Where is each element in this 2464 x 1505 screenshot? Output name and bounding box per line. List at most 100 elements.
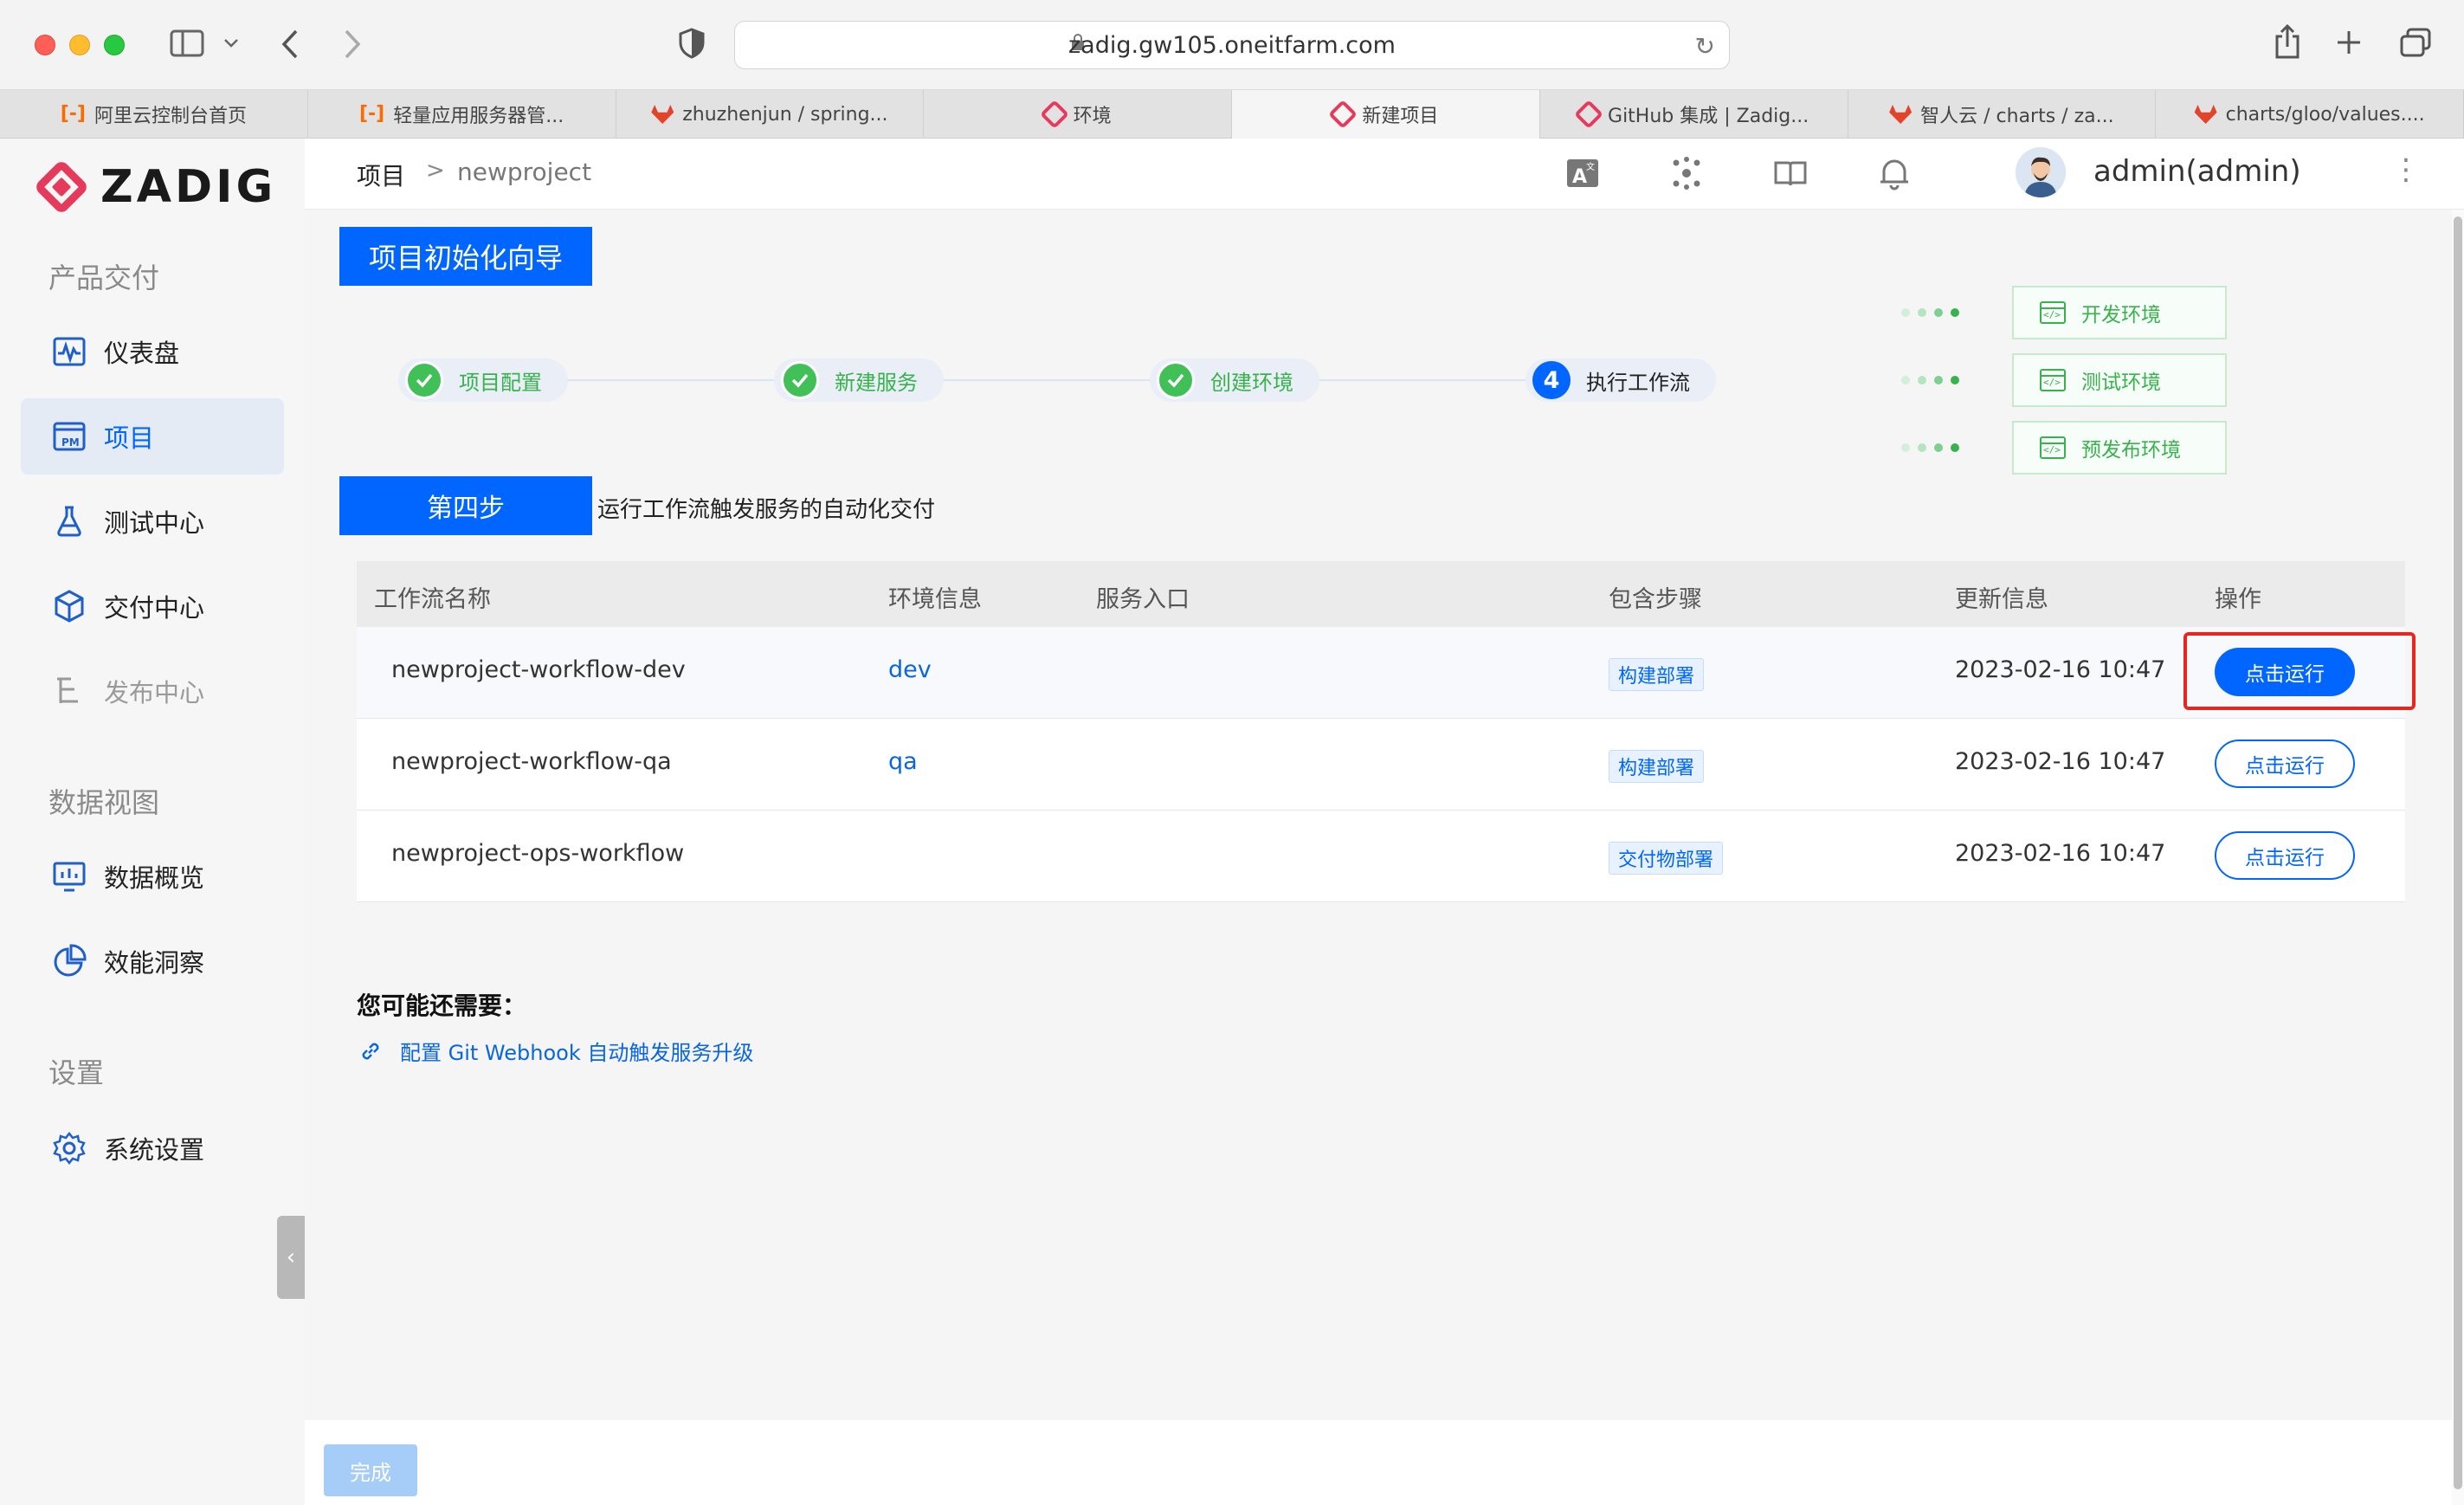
webhook-config-link[interactable]: 配置 Git Webhook 自动触发服务升级 <box>358 1036 753 1066</box>
avatar[interactable] <box>2016 147 2066 197</box>
sidebar-item-label: 交付中心 <box>104 593 205 623</box>
tab-label: 阿里云控制台首页 <box>94 106 247 127</box>
browser-tab[interactable]: [-] 阿里云控制台首页 <box>0 90 308 139</box>
column-header: 操作 <box>2215 586 2261 613</box>
minimize-window-button[interactable] <box>69 35 90 55</box>
sidebar-item-label: 测试中心 <box>104 508 205 538</box>
tab-label: 环境 <box>1073 106 1112 127</box>
workflow-name[interactable]: newproject-workflow-dev <box>391 656 686 683</box>
check-icon <box>781 361 819 399</box>
step-new-service: 新建服务 <box>774 358 944 402</box>
tab-bar: [-] 阿里云控制台首页 [-] 轻量应用服务器管... zhuzhenjun … <box>0 90 2464 139</box>
env-card-test[interactable]: 测试环境 <box>2012 353 2227 407</box>
sidebar: ZADIG 产品交付 仪表盘 PM 项目 测试中心 交付中心 发布中心 数据视图… <box>0 139 305 1505</box>
env-link[interactable]: dev <box>888 656 932 683</box>
scrollbar-thumb[interactable] <box>2454 216 2462 1489</box>
privacy-shield-icon[interactable] <box>679 28 705 59</box>
sidebar-toggle-icon[interactable] <box>170 29 204 57</box>
column-header: 工作流名称 <box>374 586 491 613</box>
finish-button[interactable]: 完成 <box>324 1444 417 1496</box>
svg-text:文: 文 <box>1586 161 1595 172</box>
tab-overview-icon[interactable] <box>2400 28 2431 57</box>
chevron-down-icon[interactable] <box>223 38 239 48</box>
sidebar-item-system-settings[interactable]: 系统设置 <box>21 1110 284 1186</box>
gear-icon <box>53 1131 86 1166</box>
breadcrumb-projects[interactable]: 项目 <box>357 158 405 192</box>
forward-icon[interactable] <box>343 29 362 59</box>
svg-text:A: A <box>1572 166 1587 188</box>
share-icon[interactable] <box>2274 24 2301 59</box>
run-workflow-button[interactable]: 点击运行 <box>2215 831 2355 880</box>
zoom-window-button[interactable] <box>104 35 125 55</box>
column-header: 更新信息 <box>1955 586 2048 613</box>
step-number: 4 <box>1532 361 1571 399</box>
webhook-link-text: 配置 Git Webhook 自动触发服务升级 <box>400 1041 754 1065</box>
run-workflow-button[interactable]: 点击运行 <box>2215 740 2355 788</box>
sidebar-item-label: 效能洞察 <box>104 948 205 978</box>
step-label: 项目配置 <box>459 370 542 395</box>
sidebar-item-data-overview[interactable]: 数据概览 <box>21 838 284 914</box>
sidebar-item-delivery-center[interactable]: 交付中心 <box>21 568 284 644</box>
bell-icon[interactable] <box>1877 156 1912 191</box>
browser-tab[interactable]: 环境 <box>924 90 1232 139</box>
table-row: newproject-workflow-dev dev 构建部署 2023-02… <box>357 627 2405 719</box>
section-title: 数据视图 <box>48 786 160 819</box>
sidebar-item-project[interactable]: PM 项目 <box>21 398 284 475</box>
step-create-env: 创建环境 <box>1150 358 1319 402</box>
env-card-staging[interactable]: 预发布环境 <box>2012 421 2227 475</box>
workflow-name[interactable]: newproject-ops-workflow <box>391 840 684 867</box>
tab-label: zhuzhenjun / spring... <box>682 103 888 126</box>
workflow-name[interactable]: newproject-workflow-qa <box>391 748 672 775</box>
reload-icon[interactable]: ↻ <box>1695 32 1715 61</box>
sidebar-collapse-handle[interactable]: ‹ <box>277 1216 305 1299</box>
section-title: 产品交付 <box>48 262 160 294</box>
browser-tab[interactable]: [-] 轻量应用服务器管... <box>308 90 616 139</box>
env-card-label: 测试环境 <box>2081 371 2161 394</box>
zadig-icon <box>1574 100 1603 129</box>
browser-tab[interactable]: GitHub 集成 | Zadig... <box>1540 90 1848 139</box>
browser-tab[interactable]: charts/gloo/values.... <box>2156 90 2464 139</box>
section-title: 设置 <box>48 1056 105 1089</box>
steps-tag: 构建部署 <box>1609 750 1705 783</box>
browser-tab-active[interactable]: 新建项目 <box>1232 90 1540 139</box>
flask-icon <box>57 506 81 537</box>
sidebar-item-test-center[interactable]: 测试中心 <box>21 483 284 559</box>
new-tab-icon[interactable] <box>2336 29 2362 55</box>
release-tree-icon <box>57 677 78 703</box>
browser-titlebar: zadig.gw105.oneitfarm.com ↻ <box>0 0 2464 90</box>
close-window-button[interactable] <box>35 35 55 55</box>
updated-time: 2023-02-16 10:47 <box>1955 748 2166 775</box>
sidebar-item-label: 发布中心 <box>104 678 205 707</box>
step-label: 创建环境 <box>1210 370 1293 395</box>
package-icon <box>55 590 84 623</box>
zadig-logo[interactable]: ZADIG <box>33 158 277 216</box>
docs-book-icon[interactable] <box>1773 156 1808 191</box>
workflow-table: 工作流名称 环境信息 服务入口 包含步骤 更新信息 操作 newproject-… <box>357 561 2405 902</box>
url-text: zadig.gw105.oneitfarm.com <box>1068 32 1396 59</box>
env-card-label: 开发环境 <box>2081 304 2161 326</box>
sidebar-item-efficiency-insight[interactable]: 效能洞察 <box>21 923 284 999</box>
step-label: 新建服务 <box>835 370 918 395</box>
env-link[interactable]: qa <box>888 748 918 775</box>
integration-dots-icon[interactable] <box>1669 156 1704 191</box>
step-project-config: 项目配置 <box>398 358 568 402</box>
env-card-dev[interactable]: 开发环境 <box>2012 286 2227 339</box>
tab-label: 新建项目 <box>1362 106 1439 127</box>
user-name[interactable]: admin(admin) <box>2093 154 2301 189</box>
address-bar[interactable]: zadig.gw105.oneitfarm.com ↻ <box>734 21 1730 69</box>
logo-text: ZADIG <box>100 161 277 213</box>
browser-tab[interactable]: 智人云 / charts / za... <box>1848 90 2157 139</box>
translate-icon[interactable]: A 文 <box>1565 156 1600 191</box>
steps-tag: 交付物部署 <box>1609 842 1724 875</box>
sidebar-item-dashboard[interactable]: 仪表盘 <box>21 313 284 390</box>
step-label: 执行工作流 <box>1586 370 1690 395</box>
table-header: 工作流名称 环境信息 服务入口 包含步骤 更新信息 操作 <box>357 561 2405 627</box>
env-card-label: 预发布环境 <box>2081 439 2181 462</box>
more-options-icon[interactable]: ⋮ <box>2391 152 2421 187</box>
sidebar-item-release-center[interactable]: 发布中心 <box>21 653 284 729</box>
progress-dots <box>1901 308 1959 317</box>
browser-tab[interactable]: zhuzhenjun / spring... <box>616 90 925 139</box>
back-icon[interactable] <box>281 29 300 59</box>
zadig-icon <box>1039 100 1069 129</box>
aliyun-icon: [-] <box>60 103 86 125</box>
